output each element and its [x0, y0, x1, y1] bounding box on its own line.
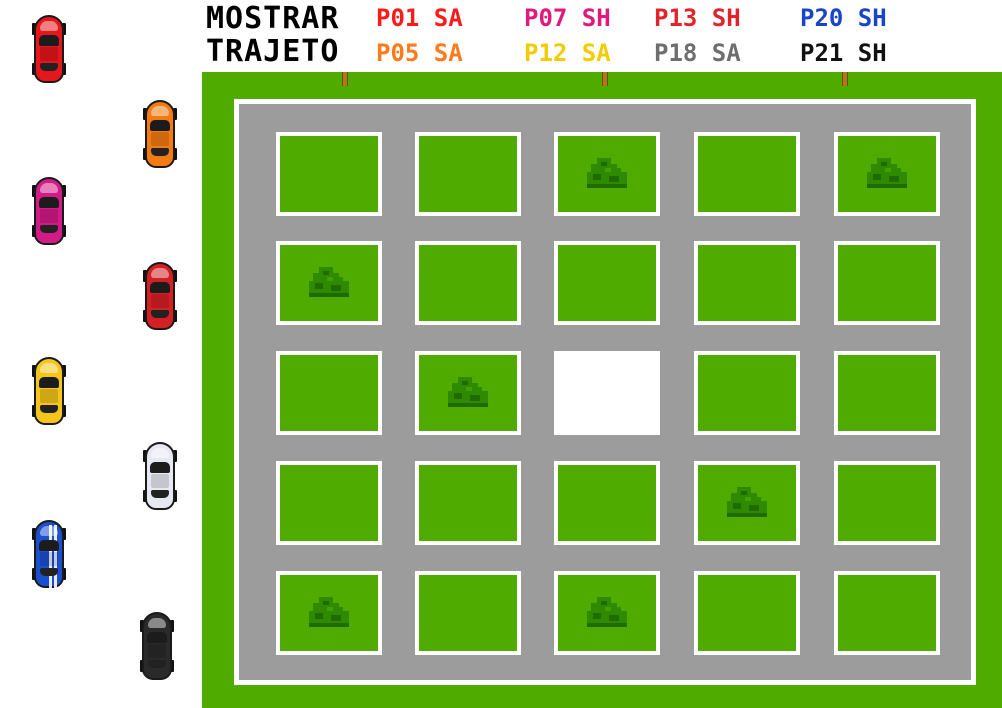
bush-icon: [448, 377, 488, 407]
bush-icon: [867, 158, 907, 188]
car-red[interactable]: [32, 13, 66, 85]
pole-right: [842, 72, 848, 86]
legend-item-p20: P20 SH: [800, 4, 887, 32]
bush-icon: [727, 487, 767, 517]
bush-icon: [587, 158, 627, 188]
grass-block[interactable]: [834, 461, 940, 545]
legend-item-p13: P13 SH: [654, 4, 741, 32]
grass-block[interactable]: [554, 132, 660, 216]
destination-block[interactable]: [554, 351, 660, 435]
car-white[interactable]: [143, 440, 177, 512]
grass-block[interactable]: [276, 461, 382, 545]
legend-item-p07: P07 SH: [524, 4, 611, 32]
grass-block[interactable]: [834, 241, 940, 325]
grass-block[interactable]: [415, 351, 521, 435]
bush-icon: [309, 267, 349, 297]
grass-block[interactable]: [694, 351, 800, 435]
car-orange[interactable]: [143, 98, 177, 170]
pole-center: [602, 72, 608, 86]
legend-item-p05: P05 SA: [376, 39, 463, 67]
grass-block[interactable]: [415, 461, 521, 545]
grass-block[interactable]: [554, 461, 660, 545]
car-dark-red[interactable]: [143, 260, 177, 332]
bush-icon: [587, 597, 627, 627]
legend-item-p18: P18 SA: [654, 39, 741, 67]
car-yellow[interactable]: [32, 355, 66, 427]
pole-left: [342, 72, 348, 86]
car-black[interactable]: [140, 610, 174, 682]
grass-block[interactable]: [554, 571, 660, 655]
grass-block[interactable]: [694, 571, 800, 655]
grass-block[interactable]: [554, 241, 660, 325]
grass-block[interactable]: [276, 132, 382, 216]
grass-block[interactable]: [834, 132, 940, 216]
car-magenta[interactable]: [32, 175, 66, 247]
grass-block[interactable]: [415, 571, 521, 655]
grass-block[interactable]: [834, 571, 940, 655]
legend-item-p21: P21 SH: [800, 39, 887, 67]
grass-block[interactable]: [415, 132, 521, 216]
legend-item-p12: P12 SA: [524, 39, 611, 67]
trajeto-button[interactable]: TRAJETO: [206, 36, 339, 68]
grass-block[interactable]: [276, 351, 382, 435]
car-blue[interactable]: [32, 518, 66, 591]
grass-block[interactable]: [415, 241, 521, 325]
grass-block[interactable]: [694, 241, 800, 325]
grass-block[interactable]: [694, 461, 800, 545]
grass-block[interactable]: [276, 241, 382, 325]
bush-icon: [309, 597, 349, 627]
grass-block[interactable]: [276, 571, 382, 655]
mostrar-button[interactable]: MOSTRAR: [206, 3, 339, 35]
grass-block[interactable]: [834, 351, 940, 435]
city-map[interactable]: [202, 72, 1002, 708]
grass-block[interactable]: [694, 132, 800, 216]
legend-item-p01: P01 SA: [376, 4, 463, 32]
